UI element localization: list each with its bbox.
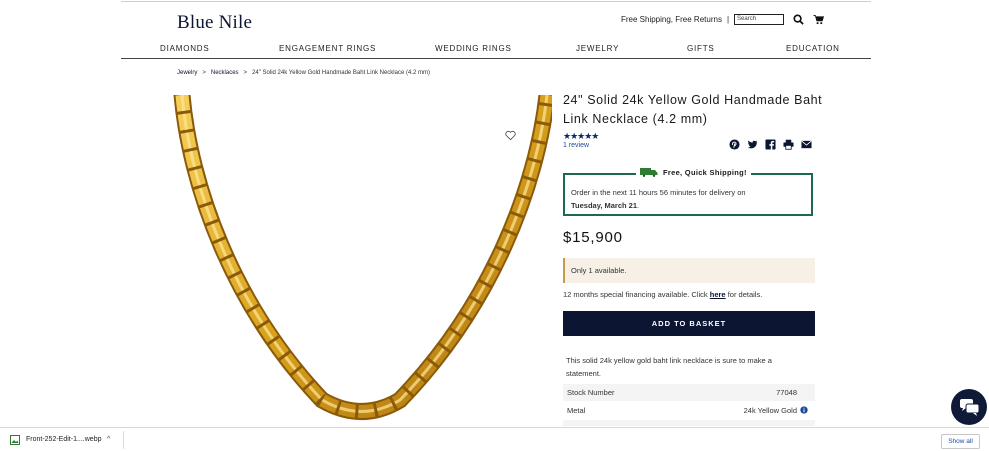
breadcrumb-separator: > xyxy=(243,70,248,76)
utility-bar: Free Shipping, Free Returns | Search xyxy=(621,14,825,25)
chevron-up-icon[interactable]: ^ xyxy=(107,436,110,443)
cart-icon[interactable] xyxy=(813,14,825,25)
top-border xyxy=(121,1,871,2)
site-logo[interactable]: Blue Nile xyxy=(177,12,252,34)
financing-text: 12 months special financing available. C… xyxy=(563,290,762,299)
financing-suffix: for details. xyxy=(727,290,763,299)
print-icon[interactable] xyxy=(783,139,794,150)
breadcrumb: Jewelry > Necklaces > 24" Solid 24k Yell… xyxy=(177,70,430,76)
free-shipping-link[interactable]: Free Shipping, Free Returns xyxy=(621,15,722,24)
product-title: 24" Solid 24k Yellow Gold Handmade Baht … xyxy=(563,93,823,126)
product-price: $15,900 xyxy=(563,229,623,246)
search-icon[interactable] xyxy=(793,14,804,25)
download-file-name[interactable]: Front-252-Edit-1....webp xyxy=(26,436,101,443)
product-description: This solid 24k yellow gold baht link nec… xyxy=(566,356,772,378)
share-icons xyxy=(729,139,812,150)
nav-diamonds[interactable]: DIAMONDS xyxy=(160,44,210,53)
heart-icon[interactable] xyxy=(505,130,516,141)
info-icon[interactable] xyxy=(800,406,808,414)
reviews-link[interactable]: 1 review xyxy=(563,142,589,149)
download-bar: Front-252-Edit-1....webp ^ Show all xyxy=(0,427,989,451)
spec-value: 77048 xyxy=(776,388,797,397)
nav-wedding-rings[interactable]: WEDDING RINGS xyxy=(435,44,512,53)
nav-jewelry[interactable]: JEWELRY xyxy=(576,44,619,53)
spec-row-metal: Metal 24k Yellow Gold xyxy=(563,402,815,419)
show-all-button[interactable]: Show all xyxy=(941,434,980,449)
chat-icon xyxy=(960,399,979,416)
download-divider xyxy=(123,431,124,449)
nav-gifts[interactable]: GIFTS xyxy=(687,44,715,53)
spec-value: 24k Yellow Gold xyxy=(743,406,797,415)
utility-separator: | xyxy=(726,15,730,24)
pinterest-icon[interactable] xyxy=(729,139,740,150)
nav-education[interactable]: EDUCATION xyxy=(786,44,840,53)
availability-notice: Only 1 available. xyxy=(563,258,815,283)
nav-engagement-rings[interactable]: ENGAGEMENT RINGS xyxy=(279,44,376,53)
product-image[interactable] xyxy=(172,95,552,426)
facebook-icon[interactable] xyxy=(765,139,776,150)
order-countdown: Order in the next 11 hours 56 minutes fo… xyxy=(571,188,746,197)
main-nav: DIAMONDS ENGAGEMENT RINGS WEDDING RINGS … xyxy=(121,42,871,59)
truck-icon xyxy=(640,168,658,177)
shipping-heading: Free, Quick Shipping! xyxy=(636,168,751,177)
financing-prefix: 12 months special financing available. C… xyxy=(563,290,708,299)
breadcrumb-jewelry[interactable]: Jewelry xyxy=(177,70,197,76)
image-file-icon xyxy=(10,435,20,445)
delivery-period: . xyxy=(637,201,640,210)
delivery-text: Order in the next 11 hours 56 minutes fo… xyxy=(571,186,809,212)
search-input[interactable]: Search xyxy=(734,14,785,25)
rating-stars[interactable]: ★★★★★ xyxy=(563,131,599,142)
breadcrumb-necklaces[interactable]: Necklaces xyxy=(211,70,239,76)
spec-label: Metal xyxy=(567,406,586,415)
spec-row-stock-number: Stock Number 77048 xyxy=(563,384,815,401)
spec-row-next xyxy=(563,420,815,426)
breadcrumb-separator: > xyxy=(202,70,206,76)
financing-link[interactable]: here xyxy=(710,290,726,299)
twitter-icon[interactable] xyxy=(747,139,758,150)
shipping-heading-text: Free, Quick Shipping! xyxy=(663,168,747,177)
email-icon[interactable] xyxy=(801,139,812,150)
add-to-basket-button[interactable]: ADD TO BASKET xyxy=(563,311,815,336)
spec-label: Stock Number xyxy=(567,388,615,397)
product-page: Blue Nile Free Shipping, Free Returns | … xyxy=(0,0,989,426)
chat-button[interactable] xyxy=(951,389,987,425)
breadcrumb-current: 24" Solid 24k Yellow Gold Handmade Baht … xyxy=(252,70,430,76)
delivery-date: Tuesday, March 21 xyxy=(571,201,637,210)
